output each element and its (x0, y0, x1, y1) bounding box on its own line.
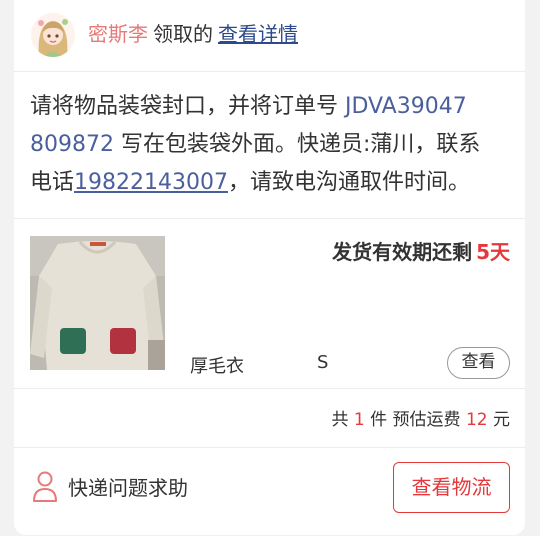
currency-label: 元 (493, 410, 510, 430)
instruction-text-3: ，请致电沟通取件时间。 (227, 170, 470, 195)
person-icon (33, 471, 57, 502)
packing-instructions: 请将物品装袋封口，并将订单号 JDVA39047 809872 写在包装袋外面。… (30, 88, 514, 202)
item-size: S (317, 352, 329, 373)
item-count: 1 (353, 410, 365, 430)
order-card: 密斯李 领取的 查看详情 请将物品装袋封口，并将订单号 JDVA39047 8098… (14, 0, 525, 535)
order-number-part1: JDVA39047 (345, 94, 467, 119)
view-item-button[interactable]: 查看 (447, 347, 510, 379)
shipping-deadline: 发货有效期还剩 5天 (332, 236, 510, 265)
instruction-text-1: 请将物品装袋封口，并将订单号 (30, 94, 345, 119)
deadline-days: 5天 (476, 240, 510, 264)
help-label: 快递问题求助 (68, 475, 188, 500)
order-number-part2: 809872 (30, 132, 114, 157)
totals-prefix: 共 (331, 410, 349, 430)
claim-label: 领取的 (153, 22, 213, 46)
phone-prefix: 电话 (30, 170, 75, 195)
divider (14, 218, 525, 219)
shipping-fee: 12 (465, 410, 488, 430)
instruction-text-2: 写在包装袋外面。快递员:蒲川，联系 (113, 132, 481, 157)
divider (14, 447, 525, 448)
deadline-label: 发货有效期还剩 (332, 240, 473, 264)
item-name: 厚毛衣 (190, 356, 244, 377)
courier-phone-link[interactable]: 19822143007 (74, 170, 228, 195)
courier-help-link[interactable]: 快递问题求助 (32, 470, 188, 502)
claimer-username: 密斯李 (88, 22, 148, 46)
claimer-row: 密斯李 领取的 查看详情 (14, 0, 525, 72)
order-totals: 共 1 件 预估运费 12 元 (332, 405, 511, 430)
claimer-text: 密斯李 领取的 查看详情 (88, 20, 298, 48)
user-avatar (31, 13, 75, 57)
view-logistics-button[interactable]: 查看物流 (393, 462, 510, 513)
product-image[interactable] (30, 236, 165, 370)
totals-label: 件 预估运费 (370, 410, 461, 430)
divider (14, 388, 525, 389)
view-details-link[interactable]: 查看详情 (218, 22, 298, 46)
